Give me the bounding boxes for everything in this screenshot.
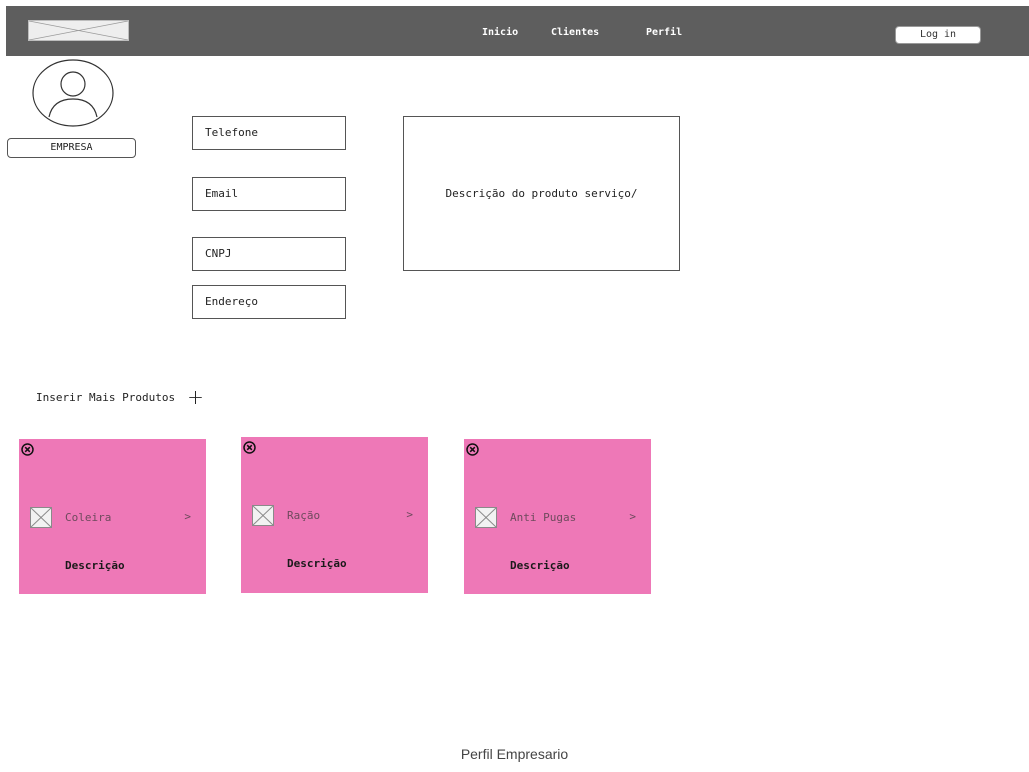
cnpj-field[interactable]: CNPJ <box>192 237 346 271</box>
company-name-label: EMPRESA <box>7 138 136 158</box>
close-circle-icon[interactable] <box>243 441 256 454</box>
product-name: Coleira <box>65 511 112 524</box>
description-placeholder: Descrição do produto serviço/ <box>445 187 638 200</box>
nav-link-perfil[interactable]: Perfil <box>646 27 682 38</box>
chevron-right-icon[interactable]: > <box>629 510 636 523</box>
close-circle-icon[interactable] <box>466 443 479 456</box>
chevron-right-icon[interactable]: > <box>406 508 413 521</box>
image-placeholder-icon <box>475 507 497 528</box>
add-products-button[interactable]: Inserir Mais Produtos + <box>36 387 204 407</box>
product-description: Descrição <box>65 559 125 572</box>
product-card[interactable]: Anti Pugas > Descrição <box>464 439 651 594</box>
email-field[interactable]: Email <box>192 177 346 211</box>
logo-placeholder-icon[interactable] <box>28 20 129 41</box>
product-description: Descrição <box>287 557 347 570</box>
address-field[interactable]: Endereço <box>192 285 346 319</box>
product-card[interactable]: Coleira > Descrição <box>19 439 206 594</box>
nav-link-clientes[interactable]: Clientes <box>551 27 599 38</box>
product-card[interactable]: Ração > Descrição <box>241 437 428 593</box>
plus-icon[interactable]: + <box>187 387 204 407</box>
nav-link-inicio[interactable]: Inicio <box>482 27 518 38</box>
image-placeholder-icon <box>252 505 274 526</box>
user-avatar-icon[interactable] <box>32 59 114 127</box>
product-service-description-box[interactable]: Descrição do produto serviço/ <box>403 116 680 271</box>
chevron-right-icon[interactable]: > <box>184 510 191 523</box>
product-name: Ração <box>287 509 321 522</box>
product-description: Descrição <box>510 559 570 572</box>
add-products-label: Inserir Mais Produtos <box>36 390 176 404</box>
product-name: Anti Pugas <box>510 511 577 524</box>
close-circle-icon[interactable] <box>21 443 34 456</box>
phone-field[interactable]: Telefone <box>192 116 346 150</box>
screen-caption: Perfil Empresario <box>460 746 569 762</box>
image-placeholder-icon <box>30 507 52 528</box>
top-nav-bar: Inicio Clientes Perfil Log in <box>6 6 1029 56</box>
login-button[interactable]: Log in <box>895 26 981 44</box>
image-placeholder-icon <box>29 21 128 40</box>
